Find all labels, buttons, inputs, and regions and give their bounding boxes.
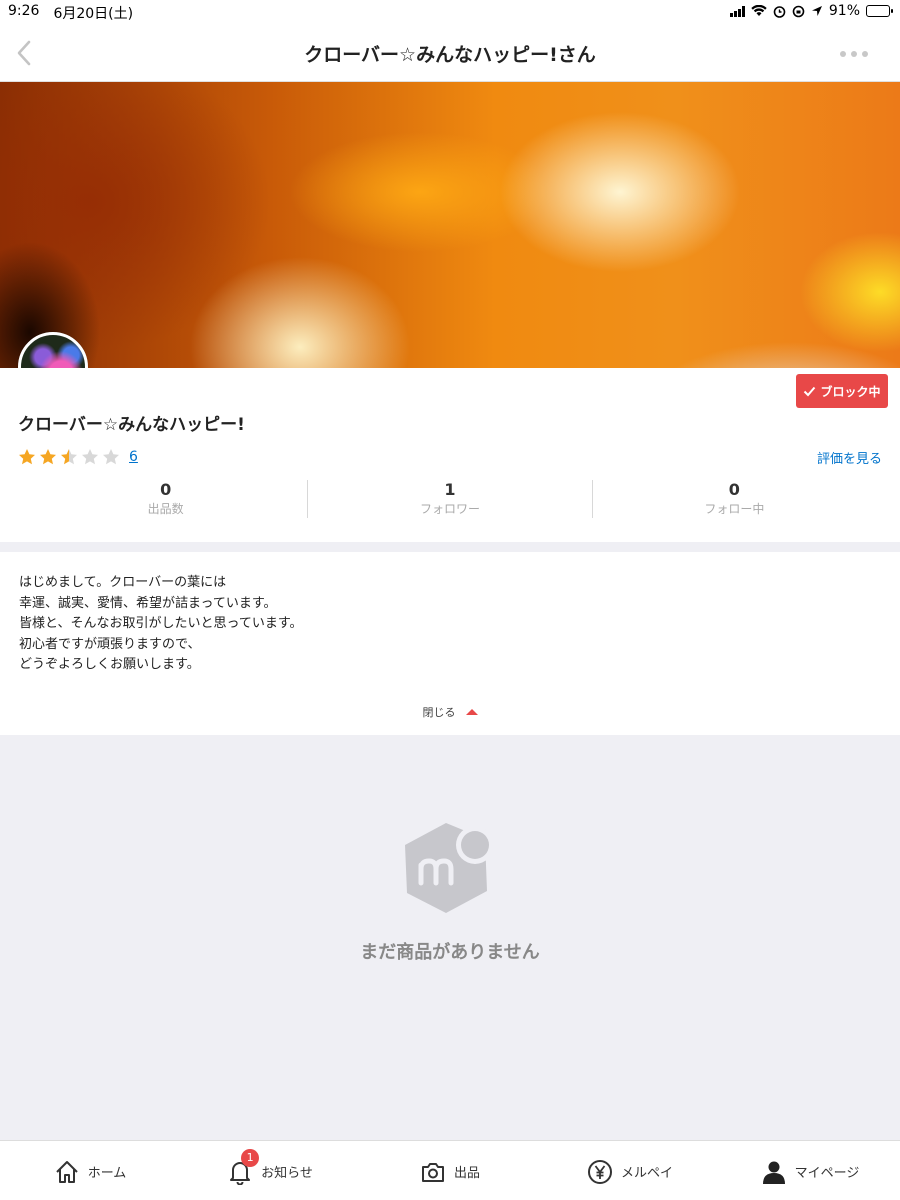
empty-message: まだ商品がありません [360, 942, 540, 963]
stats-row: 0 出品数 1 フォロワー 0 フォロー中 [24, 480, 876, 518]
bio-line: 初心者ですが頑張りますので、 [19, 636, 201, 652]
battery-percent: 91% [828, 3, 860, 19]
stat-label: フォロワー [419, 502, 480, 516]
tab-merpay[interactable]: メルペイ [540, 1141, 720, 1200]
bio-section: はじめまして。クローバーの葉には 幸運、誠実、愛情、希望が詰まっています。 皆様… [0, 552, 900, 735]
tab-mypage[interactable]: マイページ [720, 1141, 900, 1200]
status-time: 9:26 [8, 3, 40, 19]
cover-image [0, 82, 900, 368]
close-bio-toggle[interactable]: 閉じる [0, 704, 900, 720]
status-bar: 9:26 6月20日(土) 91% [0, 0, 900, 24]
star-icon [61, 449, 77, 465]
stat-value: 0 [728, 480, 740, 499]
notification-badge: 1 [241, 1148, 260, 1167]
alarm-icon [773, 5, 786, 18]
status-date: 6月20日(土) [53, 6, 134, 22]
rotation-lock-icon [792, 5, 805, 17]
tab-label: 出品 [453, 1166, 480, 1181]
home-icon [55, 1160, 78, 1183]
see-reviews-link[interactable]: 評価を見る [817, 448, 882, 467]
tab-label: メルペイ [620, 1166, 673, 1181]
nav-bar: クローバー☆みんなハッピー!さん [0, 24, 900, 82]
block-button[interactable]: ブロック中 [796, 374, 888, 408]
star-icon [82, 449, 98, 465]
star-icon [40, 449, 56, 465]
stat-value: 1 [444, 480, 456, 499]
camera-icon [421, 1162, 444, 1182]
person-icon [762, 1161, 785, 1184]
profile-section: ブロック中 クローバー☆みんなハッピー! 6 評価を見る 0 出品数 1 フォロ… [0, 368, 900, 542]
tab-label: マイページ [794, 1166, 860, 1181]
block-button-label: ブロック中 [820, 384, 881, 399]
tab-label: ホーム [87, 1166, 127, 1181]
signal-icon [729, 5, 745, 17]
close-bio-label: 閉じる [422, 706, 456, 719]
tab-notifications[interactable]: 1 お知らせ [180, 1141, 360, 1200]
battery-icon [866, 5, 893, 17]
more-dots-icon[interactable] [840, 51, 868, 57]
rating: 6 [18, 448, 138, 466]
empty-box-icon [405, 823, 494, 913]
star-icon [19, 449, 35, 465]
wifi-icon [751, 5, 767, 16]
rating-stars [18, 448, 120, 466]
bio-line: どうぞよろしくお願いします。 [19, 657, 200, 672]
chevron-left-icon[interactable] [10, 36, 40, 70]
stat-label: フォロー中 [704, 502, 765, 516]
tab-home[interactable]: ホーム [0, 1141, 180, 1200]
stat-following[interactable]: 0 フォロー中 [591, 480, 876, 518]
page-title: クローバー☆みんなハッピー!さん [304, 44, 596, 66]
bio-line: 幸運、誠実、愛情、希望が詰まっています。 [19, 595, 277, 611]
location-icon [811, 6, 822, 16]
tab-label: お知らせ [261, 1166, 313, 1181]
tab-bar: ホーム 1 お知らせ 出品 メルペイ マイページ [0, 1140, 900, 1200]
stat-value: 0 [160, 480, 172, 499]
empty-state: まだ商品がありません [0, 735, 900, 1140]
bio-text: はじめまして。クローバーの葉には 幸運、誠実、愛情、希望が詰まっています。 皆様… [19, 573, 303, 676]
chevron-up-icon [465, 709, 478, 715]
stat-label: 出品数 [147, 502, 184, 516]
bio-line: はじめまして。クローバーの葉には [19, 575, 227, 590]
star-icon [103, 449, 119, 465]
bio-line: 皆様と、そんなお取引がしたいと思っています。 [19, 616, 303, 631]
tab-sell[interactable]: 出品 [360, 1141, 540, 1200]
user-name: クローバー☆みんなハッピー! [18, 415, 245, 435]
rating-count-link[interactable]: 6 [129, 449, 138, 465]
stat-listings[interactable]: 0 出品数 [24, 480, 307, 518]
stat-followers[interactable]: 1 フォロワー [307, 480, 591, 518]
yen-icon [587, 1159, 612, 1184]
check-icon [804, 386, 816, 396]
